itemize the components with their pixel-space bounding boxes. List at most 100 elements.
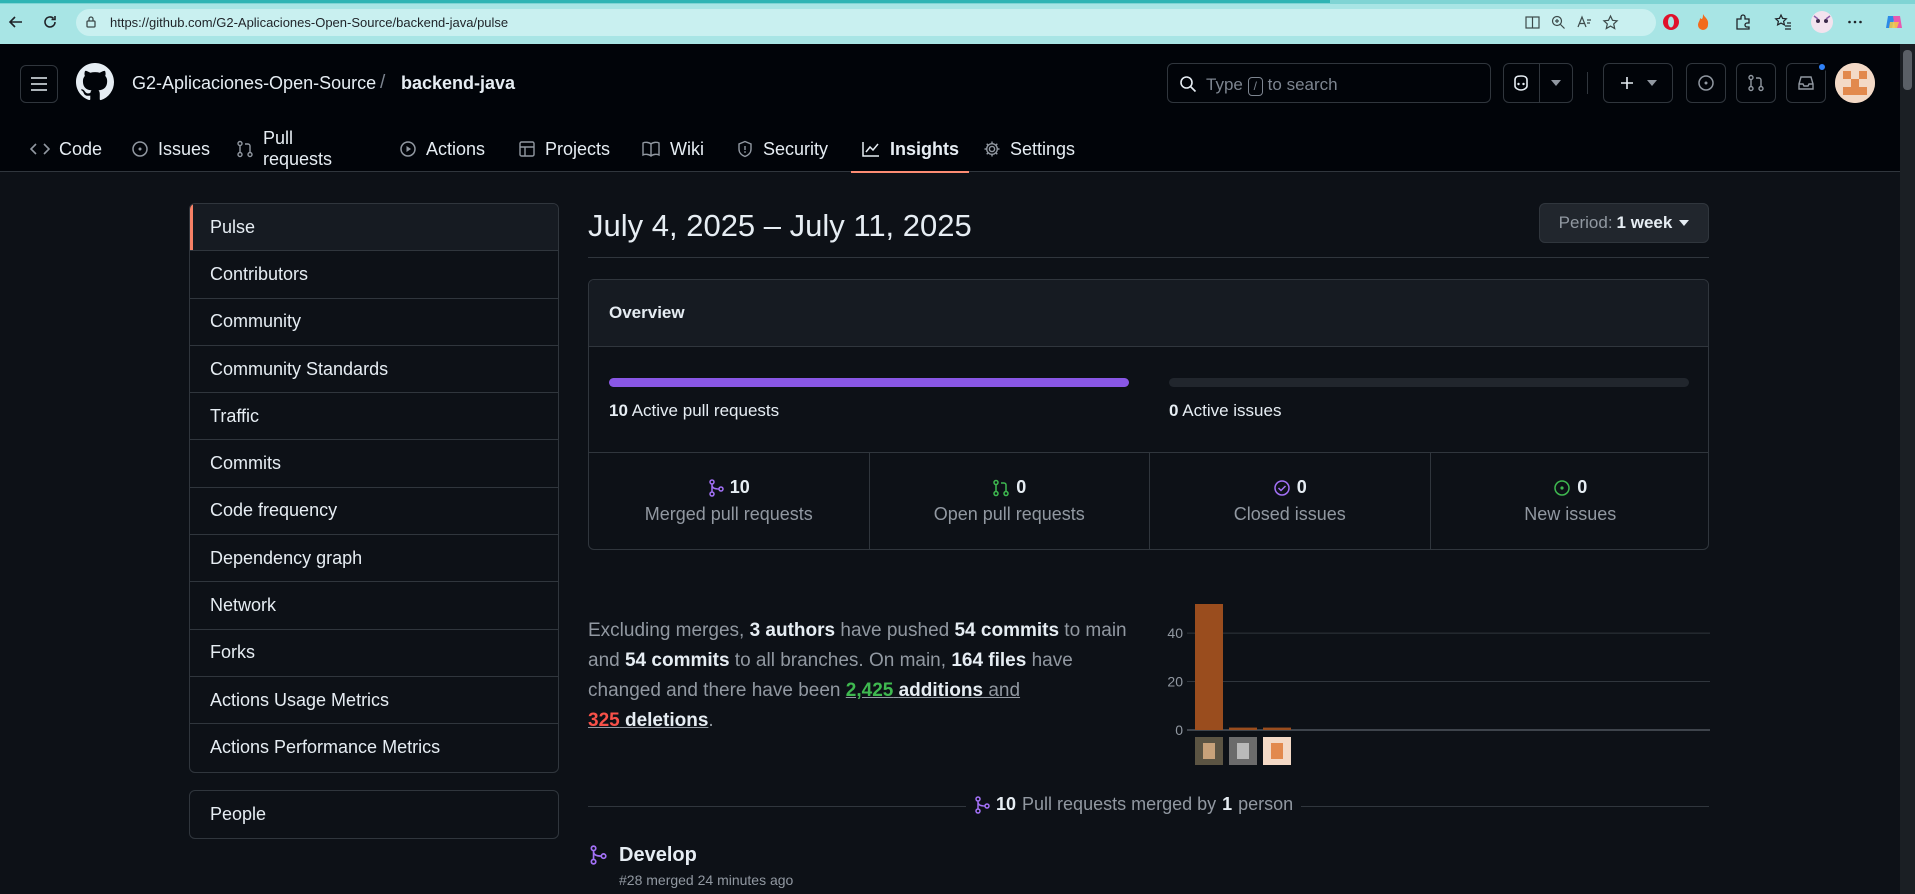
create-new-button[interactable] [1603, 63, 1673, 103]
sidebar-item-contributors[interactable]: Contributors [190, 251, 558, 299]
plus-icon [1621, 77, 1633, 89]
sidebar-item-commits[interactable]: Commits [190, 440, 558, 488]
chart-y-tick-label: 0 [1175, 722, 1183, 738]
stat-open-prs[interactable]: 0 Open pull requests [870, 453, 1150, 549]
issue-opened-icon [1698, 75, 1714, 91]
period-value: 1 week [1616, 213, 1673, 232]
more-options-icon[interactable] [1845, 12, 1865, 32]
read-aloud-icon[interactable] [1576, 14, 1593, 31]
divider [588, 257, 1709, 258]
tab-wiki[interactable]: Wiki [631, 126, 714, 172]
merged-prs-heading: 10 Pull requests merged by 1 person [966, 794, 1302, 815]
chevron-down-icon[interactable] [1540, 80, 1572, 86]
tab-projects[interactable]: Projects [508, 126, 620, 172]
sidebar-item-label: People [210, 804, 267, 824]
chart-y-tick-label: 40 [1167, 625, 1183, 641]
book-icon [641, 140, 661, 158]
github-logo-icon[interactable] [76, 63, 114, 101]
sidebar-item-community[interactable]: Community [190, 299, 558, 346]
extensions-puzzle-icon[interactable] [1733, 12, 1753, 32]
sidebar-item-actions-usage-metrics[interactable]: Actions Usage Metrics [190, 677, 558, 725]
sidebar-item-community-standards[interactable]: Community Standards [190, 346, 558, 394]
search-input[interactable]: Type / to search [1167, 63, 1491, 103]
additions-link[interactable]: 2,425 additions and [846, 680, 1020, 701]
chart-bar[interactable] [1229, 727, 1257, 730]
page-scrollbar[interactable] [1900, 44, 1915, 894]
tab-issues[interactable]: Issues [121, 126, 220, 172]
sidebar-item-forks[interactable]: Forks [190, 630, 558, 677]
favorite-star-icon[interactable] [1602, 14, 1619, 31]
scrollbar-thumb[interactable] [1903, 50, 1912, 90]
overview-stats: 10 Merged pull requests 0 Open pull requ… [589, 452, 1709, 549]
notification-dot [1817, 62, 1827, 72]
sidebar-item-label: Dependency graph [210, 547, 363, 568]
address-bar[interactable]: https://github.com/G2-Aplicaciones-Open-… [76, 9, 1656, 36]
repo-name-link[interactable]: backend-java [401, 73, 515, 94]
stat-label: Closed issues [1233, 504, 1346, 524]
user-avatar[interactable] [1835, 63, 1875, 103]
tab-label: Security [763, 138, 829, 159]
stat-new-issues[interactable]: 0 New issues [1431, 453, 1709, 549]
chart-y-tick-label: 20 [1167, 674, 1183, 690]
git-merge-icon [708, 478, 724, 497]
sidebar-item-traffic[interactable]: Traffic [190, 393, 558, 441]
deletions-link[interactable]: 325 deletions [588, 710, 708, 731]
tab-code[interactable]: Code [20, 126, 112, 172]
pr-title-link[interactable]: Develop [619, 844, 697, 867]
copilot-icon [1504, 74, 1539, 92]
url-text: https://github.com/G2-Aplicaciones-Open-… [110, 15, 509, 30]
tab-settings[interactable]: Settings [973, 126, 1085, 172]
chart-bar[interactable] [1195, 604, 1223, 730]
stat-label: New issues [1524, 504, 1617, 524]
pull-requests-shortcut-button[interactable] [1736, 63, 1776, 103]
header-divider [1587, 72, 1588, 94]
stat-closed-issues[interactable]: 0 Closed issues [1150, 453, 1431, 549]
tab-pull-requests[interactable]: Pull requests [226, 126, 342, 172]
tab-insights[interactable]: Insights [851, 126, 970, 173]
browser-load-strip [0, 0, 1915, 4]
issue-icon [131, 140, 149, 158]
page-title: July 4, 2025 – July 11, 2025 [588, 208, 972, 243]
git-pull-request-icon [992, 479, 1010, 497]
favorites-icon[interactable] [1773, 12, 1793, 32]
tab-actions[interactable]: Actions [389, 126, 495, 172]
back-arrow-icon[interactable] [4, 10, 28, 34]
contributor-avatar[interactable] [1263, 737, 1291, 765]
sidebar-item-code-frequency[interactable]: Code frequency [190, 488, 558, 536]
contributor-avatar[interactable] [1229, 737, 1257, 765]
profile-avatar-icon[interactable] [1810, 10, 1834, 34]
repo-owner-link[interactable]: G2-Aplicaciones-Open-Source [132, 73, 376, 94]
split-screen-icon[interactable] [1524, 14, 1541, 31]
sidebar-item-network[interactable]: Network [190, 582, 558, 630]
copilot-icon[interactable] [1884, 12, 1904, 32]
stat-merged-prs[interactable]: 10 Merged pull requests [589, 453, 870, 549]
menu-hamburger-icon[interactable] [20, 65, 58, 103]
sidebar-item-actions-performance-metrics[interactable]: Actions Performance Metrics [190, 724, 558, 771]
opera-extension-icon[interactable] [1661, 12, 1681, 32]
chart-svg: 0 20 40 [1167, 604, 1710, 765]
tab-security[interactable]: Security [726, 126, 838, 172]
code-icon [30, 141, 50, 157]
issues-shortcut-button[interactable] [1686, 63, 1726, 103]
period-dropdown[interactable]: Period: 1 week [1539, 203, 1709, 243]
sidebar-item-people[interactable]: People [189, 790, 559, 839]
sidebar-item-dependency-graph[interactable]: Dependency graph [190, 535, 558, 583]
tab-label: Wiki [670, 138, 704, 159]
overview-title: Overview [589, 280, 1708, 347]
copilot-button[interactable] [1503, 63, 1573, 103]
table-icon [518, 140, 536, 158]
sidebar-item-pulse[interactable]: Pulse [190, 204, 558, 252]
chart-bar[interactable] [1263, 727, 1291, 730]
stat-count: 0 [1016, 477, 1027, 497]
active-prs-label[interactable]: 10 Active pull requests [609, 401, 779, 421]
zoom-icon[interactable] [1550, 14, 1567, 31]
flame-extension-icon[interactable] [1693, 12, 1713, 32]
active-issues-label[interactable]: 0 Active issues [1169, 401, 1281, 421]
browser-toolbar: https://github.com/G2-Aplicaciones-Open-… [0, 0, 1915, 44]
active-prs-bar [609, 378, 1129, 387]
reload-icon[interactable] [38, 10, 62, 34]
insights-sidebar: Pulse Contributors Community Community S… [189, 203, 559, 773]
site-info-icon[interactable] [84, 15, 98, 29]
contributor-avatar[interactable] [1195, 737, 1223, 765]
stat-count: 0 [1577, 477, 1588, 497]
